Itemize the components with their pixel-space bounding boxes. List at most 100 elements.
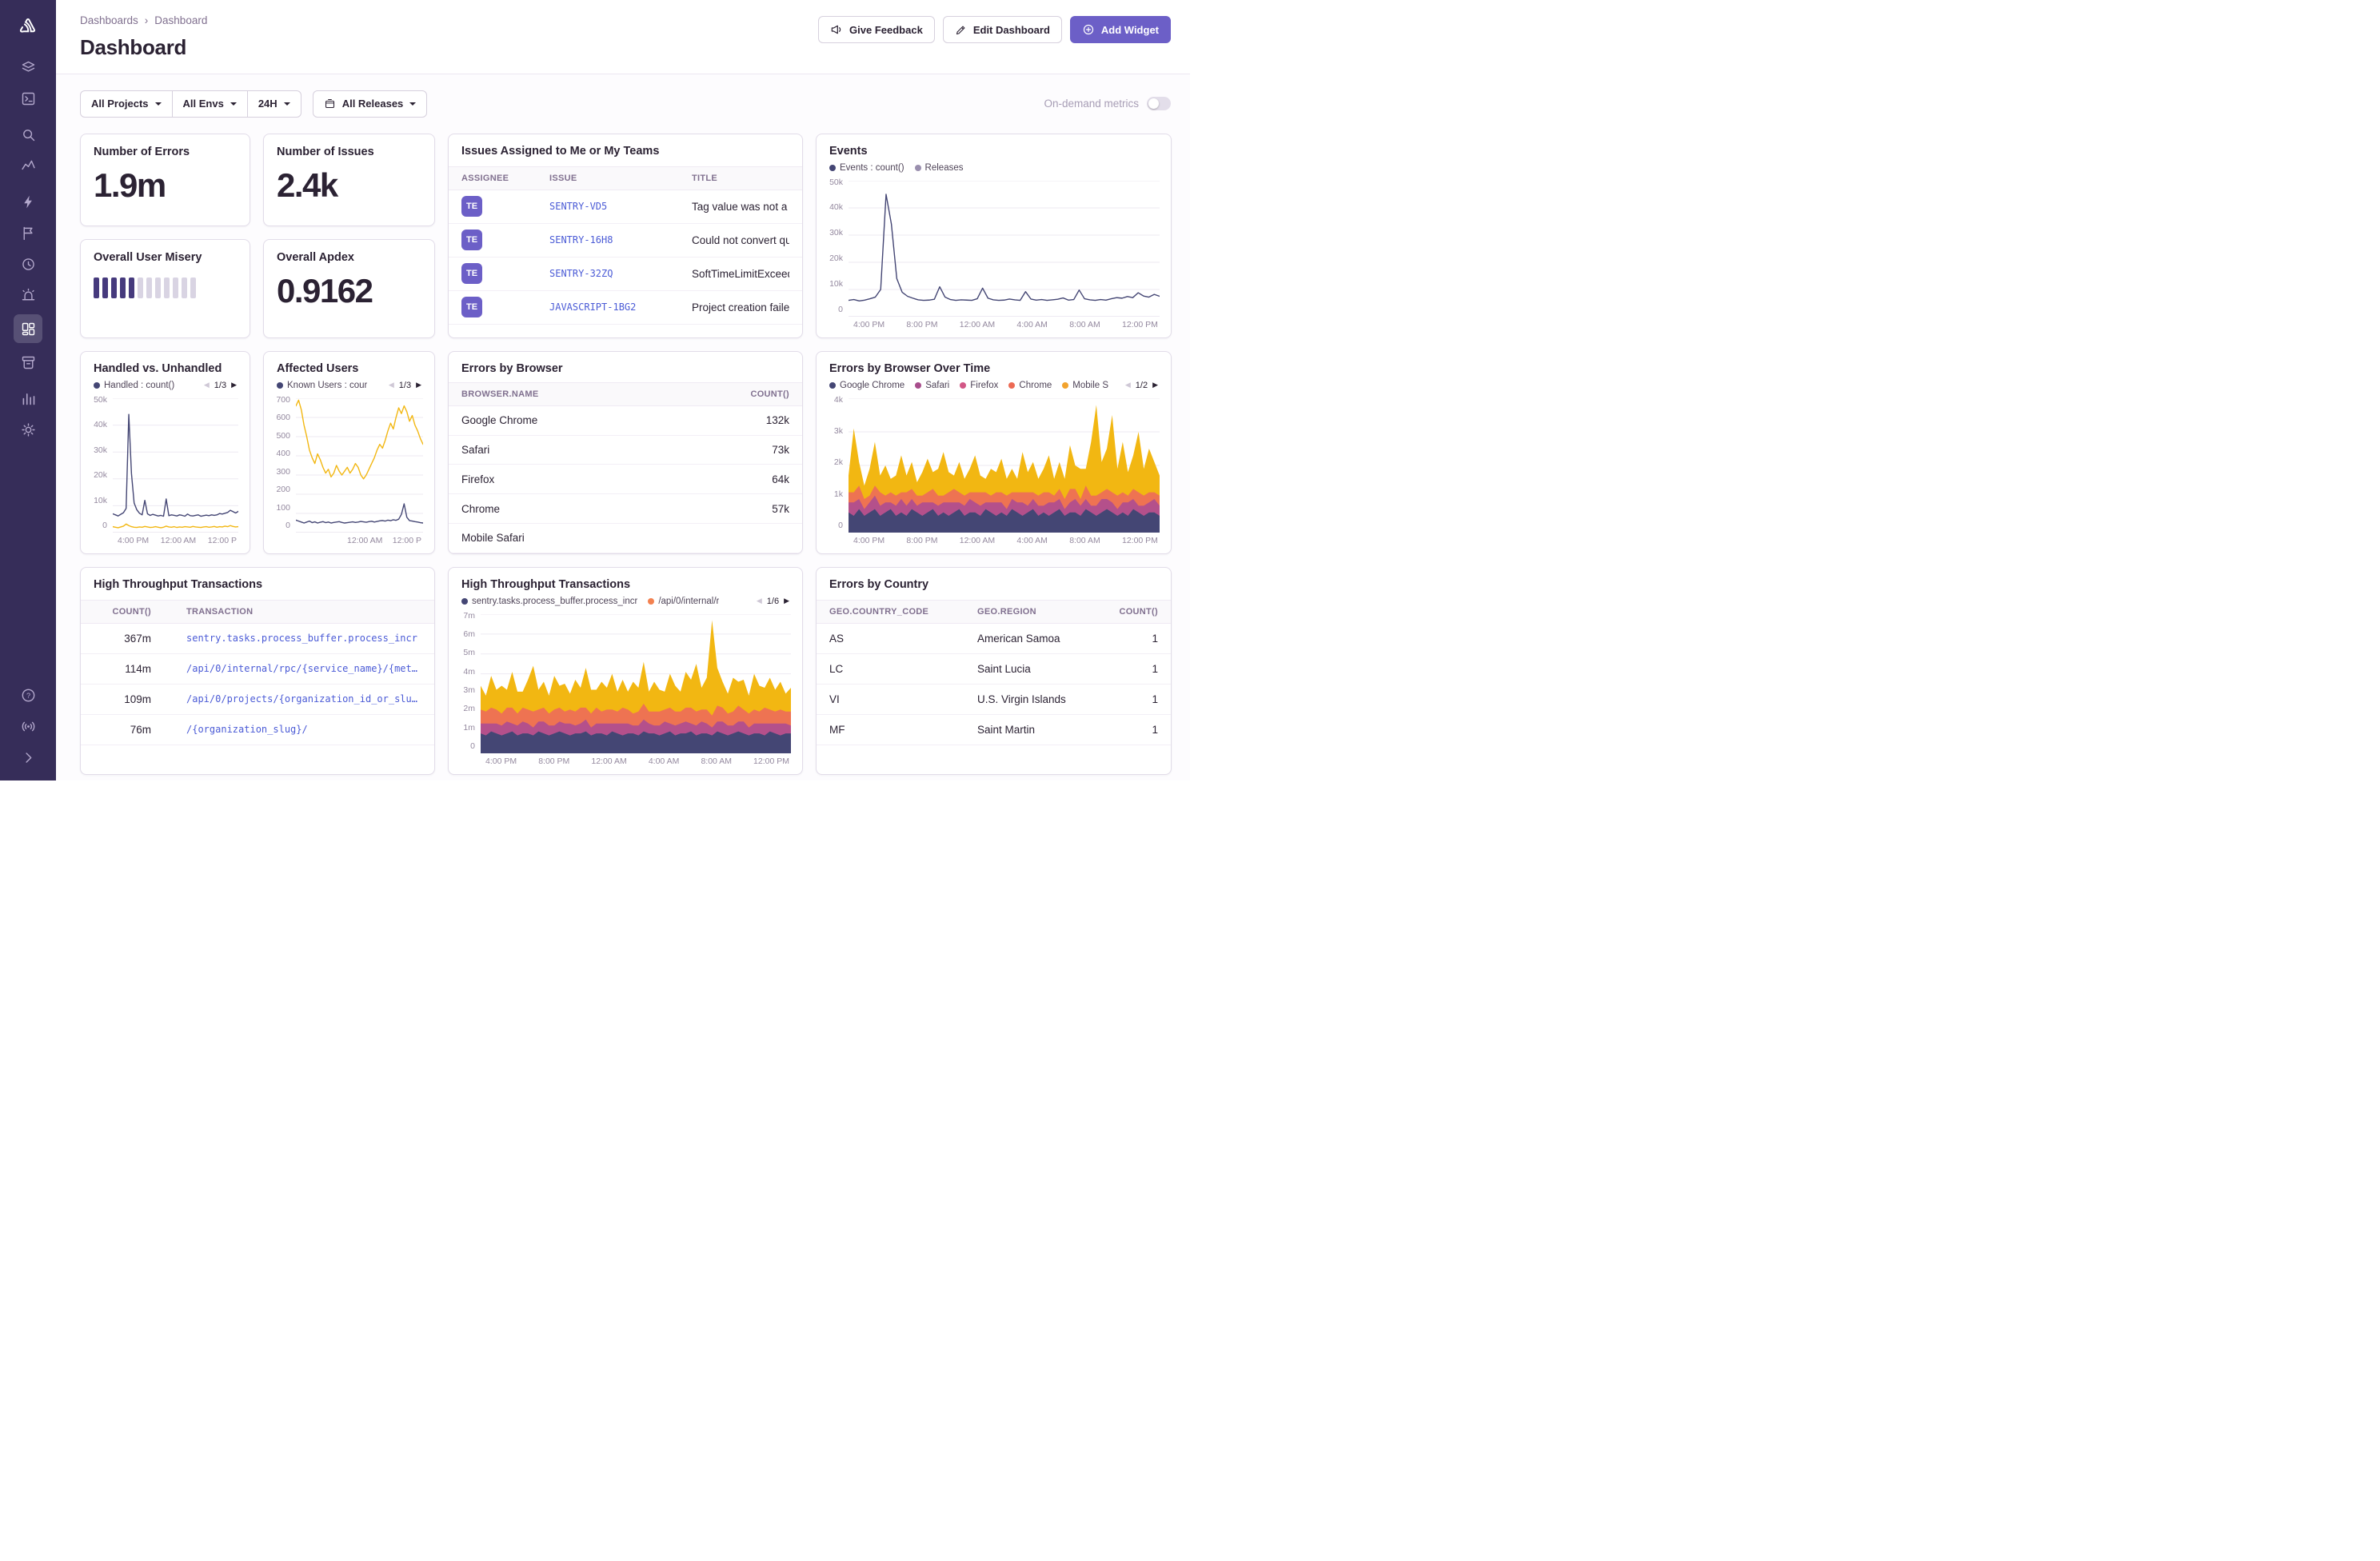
issue-link[interactable]: SENTRY-32ZQ — [549, 268, 692, 279]
pager-count: 1/6 — [767, 597, 779, 606]
time-range-filter[interactable]: 24H — [248, 90, 301, 118]
legend-item[interactable]: Known Users : cour — [277, 381, 367, 390]
breadcrumb-dashboards[interactable]: Dashboards — [80, 14, 138, 26]
browser-count: 64k — [733, 473, 789, 485]
sentry-logo-icon[interactable] — [11, 10, 45, 43]
pager-prev-icon[interactable]: ◀ — [1125, 381, 1131, 389]
table-row: Google Chrome 132k — [449, 406, 802, 436]
handled-line-chart[interactable] — [113, 398, 238, 533]
legend-dot — [94, 382, 100, 389]
ondemand-metrics-toggle[interactable] — [1147, 97, 1171, 110]
transaction-link[interactable]: sentry.tasks.process_buffer.process_incr — [186, 633, 421, 644]
stats-icon[interactable] — [14, 386, 42, 410]
browser-count: 73k — [733, 444, 789, 456]
widget-title: Errors by Browser — [449, 352, 802, 382]
add-widget-button[interactable]: Add Widget — [1070, 16, 1171, 43]
widget-title: Number of Issues — [277, 145, 421, 159]
pager-next-icon[interactable]: ▶ — [416, 381, 421, 389]
alerts-icon[interactable] — [14, 283, 42, 307]
table-row: LC Saint Lucia 1 — [817, 654, 1171, 685]
widget-title: Affected Users — [277, 361, 421, 376]
projects-icon[interactable] — [14, 86, 42, 110]
transaction-link[interactable]: /{organization_slug}/ — [186, 724, 421, 735]
dashboards-icon[interactable] — [14, 314, 42, 343]
affected-users-line-chart[interactable] — [296, 398, 423, 533]
widget-pager: ◀ 1/3 ▶ — [389, 381, 421, 390]
legend-item[interactable]: /api/0/internal/r — [648, 597, 719, 606]
country-count: 1 — [1112, 724, 1158, 736]
transaction-link[interactable]: /api/0/internal/rpc/{service_name}/{meth… — [186, 663, 421, 674]
browser-count: 57k — [733, 503, 789, 515]
y-axis: 7006005004003002001000 — [270, 396, 296, 530]
widget-title: High Throughput Transactions — [81, 568, 434, 600]
plus-circle-icon — [1082, 23, 1095, 36]
legend-item[interactable]: sentry.tasks.process_buffer.process_incr — [461, 597, 637, 606]
legend-item[interactable]: Releases — [915, 163, 964, 173]
country-region: American Samoa — [977, 633, 1112, 645]
col-region: GEO.REGION — [977, 607, 1112, 617]
replays-icon[interactable] — [14, 252, 42, 276]
add-widget-label: Add Widget — [1101, 24, 1159, 36]
widget-grid: Number of Errors 1.9m Number of Issues 2… — [80, 134, 1171, 775]
issue-title: Project creation failed — [692, 301, 789, 313]
environment-filter[interactable]: All Envs — [173, 90, 248, 118]
legend-item[interactable]: Handled : count() — [94, 381, 174, 390]
legend-item[interactable]: Firefox — [960, 381, 998, 390]
legend-item[interactable]: Chrome — [1008, 381, 1052, 390]
issue-title: Could not convert query — [692, 234, 789, 246]
events-line-chart[interactable] — [849, 181, 1160, 317]
legend-item[interactable]: Mobile S — [1062, 381, 1108, 390]
table-row: Mobile Safari — [449, 524, 802, 553]
table-row: VI U.S. Virgin Islands 1 — [817, 685, 1171, 715]
table-header: BROWSER.NAME COUNT() — [449, 382, 802, 406]
transaction-link[interactable]: /api/0/projects/{organization_id_or_slug… — [186, 693, 421, 705]
legend-dot — [277, 382, 283, 389]
releases-filter-label: All Releases — [342, 98, 404, 110]
pager-prev-icon[interactable]: ◀ — [389, 381, 394, 389]
project-filter[interactable]: All Projects — [80, 90, 173, 118]
issue-link[interactable]: SENTRY-16H8 — [549, 234, 692, 246]
discover-icon[interactable] — [14, 154, 42, 178]
table-row: Chrome 57k — [449, 494, 802, 524]
pager-prev-icon[interactable]: ◀ — [757, 597, 762, 605]
big-number-value: 0.9162 — [277, 274, 421, 308]
legend-item[interactable]: Google Chrome — [829, 381, 904, 390]
releases-filter[interactable]: All Releases — [313, 90, 428, 118]
releases-icon[interactable] — [14, 350, 42, 374]
header-actions: Give Feedback Edit Dashboard Add Widget — [818, 16, 1171, 43]
broadcast-icon[interactable] — [14, 714, 42, 738]
widget-number-of-errors: Number of Errors 1.9m — [80, 134, 250, 226]
collapse-icon[interactable] — [14, 745, 42, 769]
legend-item[interactable]: Events : count() — [829, 163, 904, 173]
throughput-area-chart[interactable] — [481, 614, 791, 753]
legend-dot — [1008, 382, 1015, 389]
browser-name: Google Chrome — [461, 414, 733, 426]
issue-link[interactable]: SENTRY-VD5 — [549, 201, 692, 212]
give-feedback-button[interactable]: Give Feedback — [818, 16, 935, 43]
widget-title: Overall User Misery — [94, 250, 237, 265]
issue-link[interactable]: JAVASCRIPT-1BG2 — [549, 301, 692, 313]
x-axis: 4:00 PM8:00 PM12:00 AM4:00 AM8:00 AM12:0… — [817, 533, 1171, 553]
edit-dashboard-button[interactable]: Edit Dashboard — [943, 16, 1062, 43]
pager-next-icon[interactable]: ▶ — [231, 381, 237, 389]
issues-icon[interactable] — [14, 55, 42, 79]
chevron-down-icon — [284, 102, 290, 109]
widget-errors-by-country: Errors by Country GEO.COUNTRY_CODE GEO.R… — [816, 567, 1172, 775]
pager-prev-icon[interactable]: ◀ — [204, 381, 210, 389]
search-icon[interactable] — [14, 122, 42, 146]
errors-over-time-area-chart[interactable] — [849, 398, 1160, 533]
legend-dot — [829, 382, 836, 389]
legend-item[interactable]: Safari — [915, 381, 949, 390]
profiling-icon[interactable] — [14, 221, 42, 245]
pager-next-icon[interactable]: ▶ — [1152, 381, 1158, 389]
table-row: MF Saint Martin 1 — [817, 715, 1171, 745]
big-number-value: 1.9m — [94, 169, 237, 202]
main-area: Dashboards › Dashboard Dashboard Give Fe… — [56, 0, 1190, 780]
settings-icon[interactable] — [14, 417, 42, 441]
performance-icon[interactable] — [14, 190, 42, 214]
sidebar-group-main — [14, 55, 42, 110]
help-icon[interactable]: ? — [14, 683, 42, 707]
pager-next-icon[interactable]: ▶ — [784, 597, 789, 605]
transaction-count: 109m — [94, 693, 151, 705]
browser-name: Mobile Safari — [461, 532, 733, 544]
